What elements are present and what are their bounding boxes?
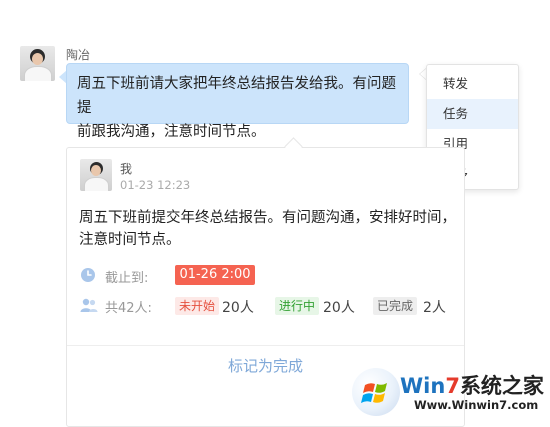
watermark-win: Win bbox=[400, 374, 446, 398]
deadline-badge[interactable]: 01-26 2:00 bbox=[175, 265, 255, 285]
in-progress-count: 20人 bbox=[323, 300, 355, 316]
windows-logo-icon bbox=[352, 368, 400, 416]
menu-item-forward[interactable]: 转发 bbox=[427, 69, 518, 99]
status-in-progress-badge[interactable]: 进行中 bbox=[275, 297, 320, 315]
deadline-label: 截止到: bbox=[105, 271, 149, 286]
card-divider bbox=[67, 345, 464, 346]
watermark-title: Win7系统之家 bbox=[400, 370, 544, 400]
clock-icon bbox=[81, 268, 95, 282]
windows-flag bbox=[361, 383, 387, 403]
completed-count: 2人 bbox=[423, 300, 446, 316]
watermark-seven: 7 bbox=[445, 374, 460, 398]
task-text: 周五下班前提交年终总结报告。有问题沟通，安排好时间， 注意时间节点。 bbox=[79, 207, 459, 251]
menu-item-task[interactable]: 任务 bbox=[427, 99, 518, 129]
sender-name: 陶冶 bbox=[66, 48, 91, 62]
creator-avatar[interactable] bbox=[80, 159, 112, 191]
creator-name: 我 bbox=[120, 162, 133, 176]
status-not-started-badge[interactable]: 未开始 bbox=[175, 297, 220, 315]
message-text-line1: 周五下班前请大家把年终总结报告发给我。有问题提 bbox=[77, 76, 396, 116]
message-text-line2: 前跟我沟通，注意时间节点。 bbox=[77, 124, 266, 140]
message-bubble[interactable]: 周五下班前请大家把年终总结报告发给我。有问题提 前跟我沟通，注意时间节点。 bbox=[66, 63, 409, 140]
assignees-label: 共42人: bbox=[105, 301, 152, 316]
watermark-url: Www.Winwin7.com bbox=[414, 398, 539, 412]
task-text-line2: 注意时间节点。 bbox=[79, 232, 181, 248]
task-timestamp: 01-23 12:23 bbox=[120, 178, 191, 192]
watermark-site-name: 系统之家 bbox=[459, 374, 544, 398]
not-started-count: 20人 bbox=[222, 300, 254, 316]
task-text-line1: 周五下班前提交年终总结报告。有问题沟通，安排好时间， bbox=[79, 210, 456, 226]
people-icon bbox=[80, 298, 98, 312]
status-completed-badge[interactable]: 已完成 bbox=[373, 297, 418, 315]
sender-avatar[interactable] bbox=[20, 46, 55, 81]
